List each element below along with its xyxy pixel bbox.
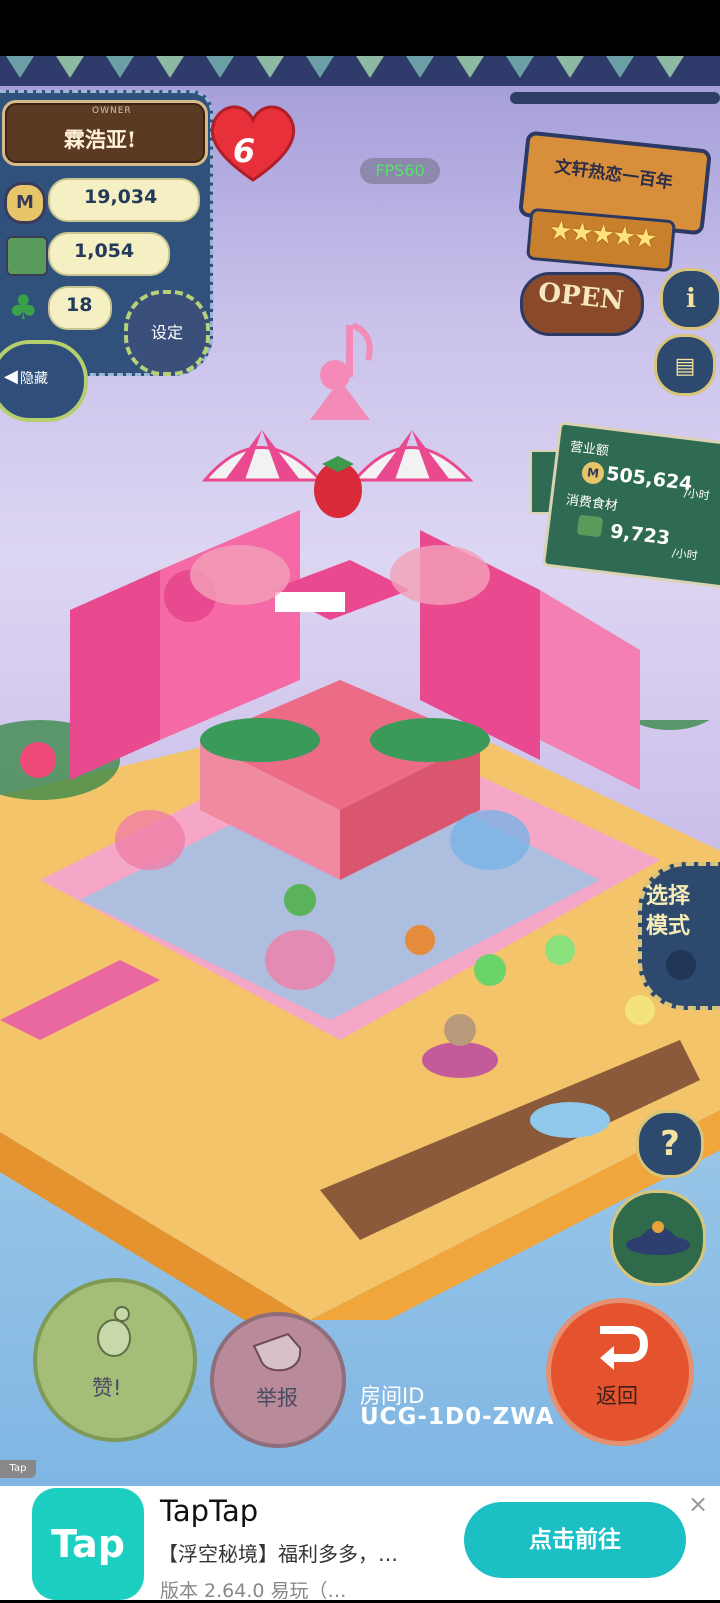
food-basket-icon (6, 236, 48, 276)
ad-cta-button[interactable]: 点击前往 (464, 1502, 686, 1578)
settings-button[interactable]: 设定 (124, 290, 210, 376)
bunting-flag (506, 56, 534, 78)
bunting-flag (606, 56, 634, 78)
close-icon[interactable]: × (686, 1492, 710, 1516)
info-button[interactable]: i (660, 268, 720, 330)
food-basket-icon (576, 514, 604, 538)
revenue-unit: /小时 (683, 486, 711, 503)
whistle-icon (252, 1332, 302, 1372)
return-label: 返回 (596, 1384, 638, 1408)
thumbs-up-icon (97, 1306, 131, 1357)
return-arrow-icon (600, 1326, 649, 1370)
select-mode-label: 选择模式 (646, 884, 691, 939)
hide-label: 隐藏 (20, 371, 48, 387)
help-button[interactable]: ? (636, 1110, 704, 1178)
report-label: 举报 (256, 1386, 298, 1410)
ad-description: 【浮空秘境】福利多多，… (158, 1542, 398, 1566)
bunting-flag (306, 56, 334, 78)
bunting-flag (406, 56, 434, 78)
wardrobe-button[interactable] (610, 1190, 706, 1286)
book-button[interactable]: ▤ (654, 334, 716, 396)
hat-icon (626, 1221, 690, 1255)
food-value: 1,054 (74, 240, 135, 262)
book-icon: ▤ (674, 353, 696, 379)
bunting-decoration (0, 56, 720, 86)
coins-value: 19,034 (84, 186, 158, 208)
like-label: 赞! (92, 1376, 122, 1400)
bunting-flag (556, 56, 584, 78)
bunting-flag (6, 56, 34, 78)
clover-value: 18 (66, 294, 93, 316)
sign-bracket (510, 92, 720, 104)
owner-caption: OWNER (92, 106, 132, 116)
bunting-flag (206, 56, 234, 78)
bunting-flag (106, 56, 134, 78)
ad-version: 版本 2.64.0 易玩（… (160, 1580, 347, 1602)
fps-counter: FPS60 (360, 158, 440, 184)
coin-icon: M (4, 182, 46, 224)
player-level: 6 (232, 132, 256, 170)
mouse-head-icon (666, 950, 696, 980)
food-cost-unit: /小时 (671, 546, 699, 563)
ad-title: TapTap (160, 1494, 259, 1528)
bunting-flag (656, 56, 684, 78)
arrow-left-icon: ◀ (4, 366, 18, 387)
bunting-flag (256, 56, 284, 78)
clover-icon: ♣ (8, 288, 39, 328)
bunting-flag (456, 56, 484, 78)
ad-tag: Tap (0, 1460, 36, 1478)
bunting-flag (356, 56, 384, 78)
bunting-flag (156, 56, 184, 78)
room-id-value: UCG-1D0-ZWA (360, 1404, 555, 1430)
owner-name: 霖浩亚! (63, 127, 137, 152)
taptap-logo[interactable]: Tap (32, 1488, 144, 1600)
bunting-flag (56, 56, 84, 78)
